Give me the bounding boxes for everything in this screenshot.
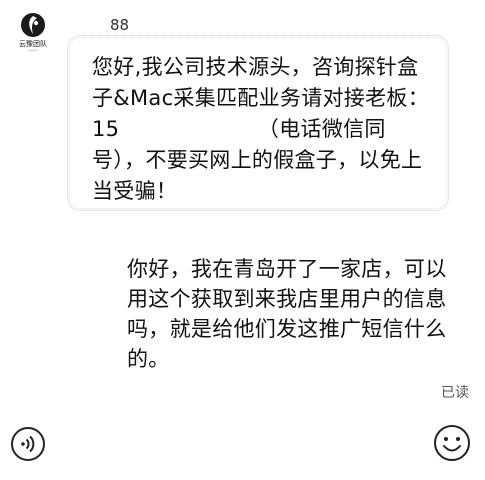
incoming-message-text: 您好,我公司技术源头，咨询探针盒子&Mac采集匹配业务请对接老板：15 （电话微… [92, 55, 430, 203]
avatar-name: 云豫团队 [19, 40, 47, 48]
sender-name: 88 [110, 16, 130, 34]
avatar-subtitle: yunyu [28, 48, 38, 52]
voice-icon [11, 427, 45, 461]
voice-input-button[interactable] [10, 426, 46, 462]
outgoing-message-text[interactable]: 你好，我在青岛开了一家店，可以用这个获取到来我店里用户的信息吗，就是给他们发这推… [127, 254, 447, 374]
avatar-logo-icon [21, 13, 45, 37]
read-status: 已读 [441, 385, 469, 401]
sender-avatar[interactable]: 云豫团队 yunyu [10, 12, 56, 58]
emoji-icon [434, 425, 470, 461]
incoming-message-bubble[interactable]: 您好,我公司技术源头，咨询探针盒子&Mac采集匹配业务请对接老板：15 （电话微… [67, 35, 449, 211]
emoji-button[interactable] [433, 424, 471, 462]
